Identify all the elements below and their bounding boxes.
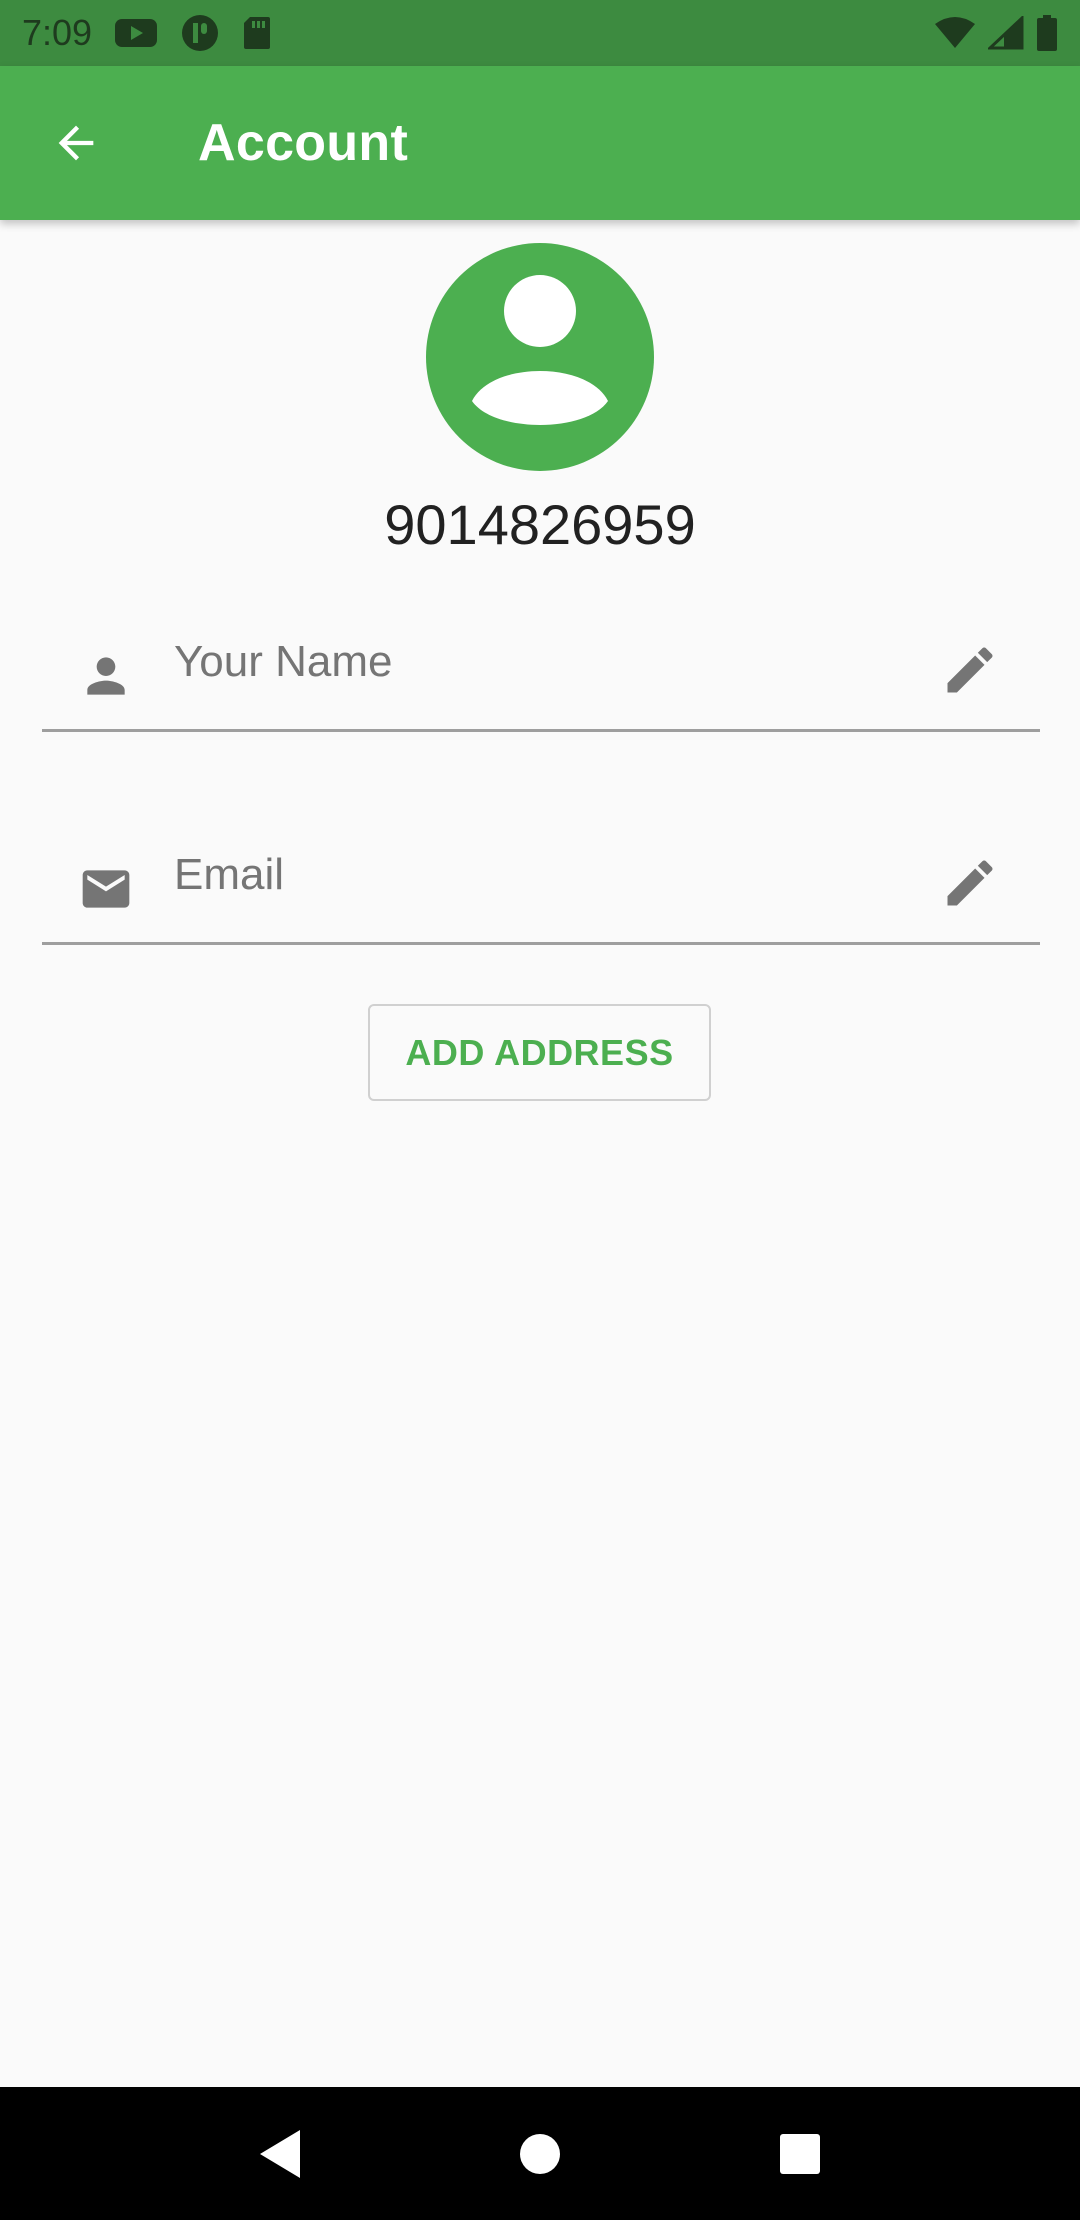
status-time: 7:09 — [22, 12, 93, 53]
recents-square-icon — [780, 2133, 820, 2174]
arrow-back-icon — [58, 125, 94, 161]
system-nav-bar — [0, 2087, 1080, 2220]
youtube-icon — [114, 17, 158, 49]
sd-card-icon — [242, 15, 272, 51]
mail-icon — [78, 861, 134, 917]
page-title: Account — [198, 114, 409, 172]
email-field — [42, 815, 1040, 945]
app-icon — [180, 13, 220, 53]
nav-back-button[interactable] — [240, 2114, 320, 2194]
pencil-icon — [947, 647, 993, 693]
phone-number: 9014826959 — [384, 493, 696, 556]
back-button[interactable] — [40, 107, 112, 179]
status-left: 7:09 — [22, 12, 272, 54]
battery-icon — [1036, 14, 1058, 52]
wifi-icon — [934, 16, 976, 50]
person-icon — [78, 648, 134, 704]
account-circle-icon — [426, 243, 654, 471]
name-field — [42, 602, 1040, 732]
name-input[interactable] — [174, 632, 934, 692]
nav-recents-button[interactable] — [760, 2114, 840, 2194]
pencil-icon — [947, 860, 993, 906]
home-circle-icon — [520, 2133, 560, 2174]
add-address-button[interactable]: ADD ADDRESS — [368, 1004, 711, 1101]
edit-email-button[interactable] — [936, 849, 1004, 917]
status-right — [934, 14, 1058, 52]
email-input[interactable] — [174, 845, 934, 905]
status-bar: 7:09 — [0, 0, 1080, 66]
back-triangle-icon — [260, 2129, 300, 2178]
signal-icon — [988, 16, 1024, 50]
app-bar: Account — [0, 66, 1080, 220]
edit-name-button[interactable] — [936, 636, 1004, 704]
account-screen: 7:09 Account 9014826959 Your Name Email … — [0, 0, 1080, 2220]
nav-home-button[interactable] — [500, 2114, 580, 2194]
